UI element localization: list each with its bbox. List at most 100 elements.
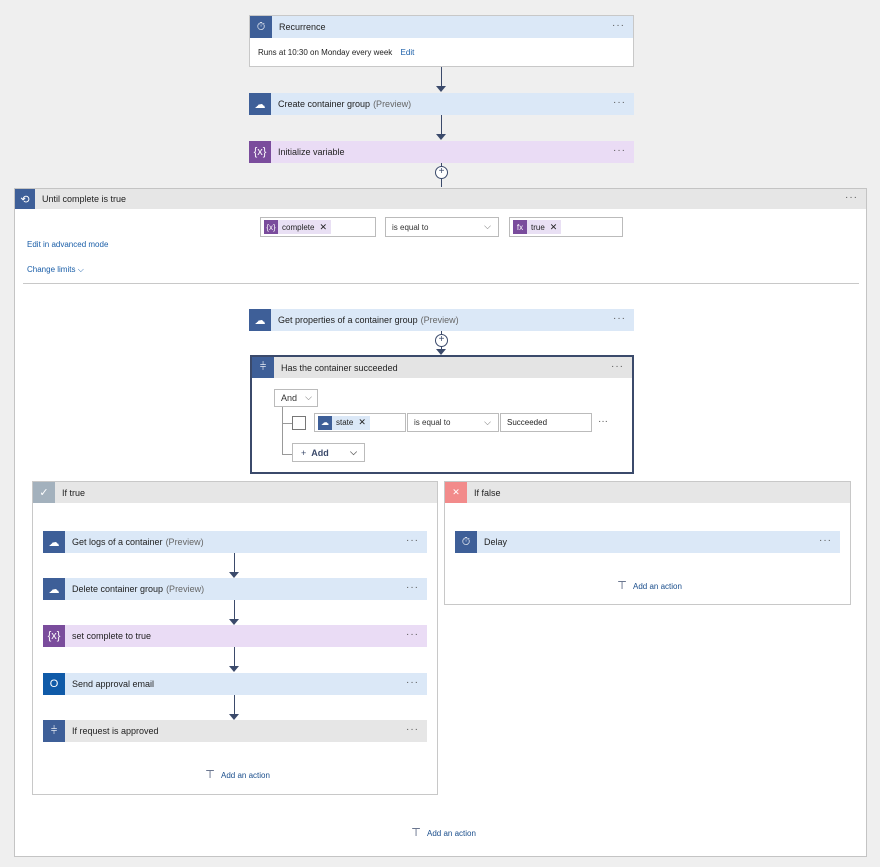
variable-icon: {x} [43, 625, 65, 647]
preview-tag: (Preview) [373, 99, 412, 109]
change-limits-label: Change limits [27, 265, 76, 274]
preview-tag: (Preview) [165, 537, 204, 547]
condition-value-field[interactable]: Succeeded [500, 413, 592, 432]
preview-tag: (Preview) [166, 584, 205, 594]
add-action-icon: ⊤ [411, 827, 421, 839]
add-action-icon: ⊤ [205, 769, 215, 781]
container-cloud-icon: ☁ [43, 578, 65, 600]
get-properties-action[interactable]: ☁ Get properties of a container group (Pr… [249, 309, 634, 331]
if-true-add-action-button[interactable]: ⊤ Add an action [203, 768, 270, 782]
until-header[interactable]: ⟲ Until complete is true ··· [15, 189, 866, 209]
insert-step-plus-icon[interactable]: + [435, 334, 448, 347]
until-right-operand-field[interactable]: fx true ✕ [509, 217, 623, 237]
send-approval-menu-button[interactable]: ··· [406, 677, 419, 688]
recurrence-menu-button[interactable]: ··· [612, 20, 625, 31]
delete-group-menu-button[interactable]: ··· [406, 582, 419, 593]
arrow-icon [436, 134, 446, 140]
container-cloud-icon: ☁ [249, 309, 271, 331]
insert-step-plus-icon[interactable]: + [435, 166, 448, 179]
set-variable-action[interactable]: {x} set complete to true ··· [43, 625, 427, 647]
if-false-add-action-label: Add an action [633, 581, 682, 591]
if-true-title: If true [62, 487, 86, 498]
recurrence-title: Recurrence [279, 22, 326, 32]
recurrence-card[interactable]: ⏱ Recurrence ··· Runs at 10:30 on Monday… [249, 15, 634, 67]
checkmark-icon: ✓ [33, 482, 55, 503]
recurrence-edit-link[interactable]: Edit [401, 48, 415, 57]
get-logs-action[interactable]: ☁ Get logs of a container (Preview) ··· [43, 531, 427, 553]
delay-title: Delay [484, 537, 508, 547]
row-checkbox[interactable] [292, 416, 306, 430]
set-variable-menu-button[interactable]: ··· [406, 629, 419, 640]
if-false-add-action-button[interactable]: ⊤ Add an action [615, 579, 682, 593]
remove-token-icon[interactable]: ✕ [358, 417, 366, 428]
condition-card: ⫩ Has the container succeeded ··· And ⌵ … [250, 355, 634, 474]
if-request-approved-title: If request is approved [72, 726, 159, 736]
create-group-menu-button[interactable]: ··· [613, 97, 626, 108]
state-token: ☁ state ✕ [318, 415, 370, 430]
loop-icon: ⟲ [15, 189, 35, 209]
initialize-variable-menu-button[interactable]: ··· [613, 145, 626, 156]
condition-left-operand-field[interactable]: ☁ state ✕ [314, 413, 406, 432]
if-false-title: If false [474, 487, 501, 498]
until-operator-select[interactable]: is equal to ⌵ [385, 217, 499, 237]
close-icon: ✕ [445, 482, 467, 503]
add-action-icon: ⊤ [617, 580, 627, 592]
chevron-down-icon: ⌵ [484, 221, 491, 231]
container-cloud-icon: ☁ [318, 415, 332, 430]
arrow-icon [436, 86, 446, 92]
add-condition-button[interactable]: + Add ⌵ [292, 443, 365, 462]
divider [23, 283, 859, 284]
condition-value-text: Succeeded [507, 418, 548, 427]
until-menu-button[interactable]: ··· [845, 192, 858, 203]
variable-icon: {x} [249, 141, 271, 163]
until-left-operand-field[interactable]: {x} complete ✕ [260, 217, 376, 237]
outlook-icon: O [43, 673, 65, 695]
get-logs-menu-button[interactable]: ··· [406, 535, 419, 546]
true-token: fx true ✕ [513, 220, 562, 234]
and-or-value: And [281, 393, 298, 403]
delay-action[interactable]: ⏱ Delay ··· [455, 531, 840, 553]
and-or-select[interactable]: And ⌵ [274, 389, 318, 407]
delay-menu-button[interactable]: ··· [819, 535, 832, 546]
condition-operator-select[interactable]: is equal to ⌵ [407, 413, 499, 432]
chevron-down-icon: ⌵ [305, 392, 312, 402]
variable-icon: {x} [264, 220, 278, 234]
until-title: Until complete is true [42, 194, 127, 204]
condition-header[interactable]: ⫩ Has the container succeeded ··· [252, 357, 632, 378]
change-limits-link[interactable]: Change limits ⌵ [27, 265, 84, 275]
send-approval-email-action[interactable]: O Send approval email ··· [43, 673, 427, 695]
plus-icon: + [301, 447, 307, 458]
until-operator-value: is equal to [392, 222, 429, 232]
if-request-approved-menu-button[interactable]: ··· [406, 724, 419, 735]
get-properties-title: Get properties of a container group [278, 315, 418, 325]
delete-container-group-action[interactable]: ☁ Delete container group (Preview) ··· [43, 578, 427, 600]
condition-icon: ⫩ [43, 720, 65, 742]
clock-icon: ⏱ [250, 16, 272, 38]
recurrence-header[interactable]: ⏱ Recurrence ··· [250, 16, 633, 38]
chevron-down-icon: ⌵ [350, 447, 357, 457]
row-menu-button[interactable]: ··· [598, 416, 608, 427]
if-request-approved-action[interactable]: ⫩ If request is approved ··· [43, 720, 427, 742]
if-false-header[interactable]: ✕ If false [445, 482, 850, 503]
if-true-add-action-label: Add an action [221, 770, 270, 780]
remove-token-icon[interactable]: ✕ [319, 222, 327, 233]
initialize-variable-title: Initialize variable [278, 147, 345, 157]
timer-icon: ⏱ [455, 531, 477, 553]
send-approval-title: Send approval email [72, 679, 155, 689]
remove-token-icon[interactable]: ✕ [550, 222, 558, 233]
chevron-down-icon: ⌵ [484, 417, 491, 427]
initialize-variable-action[interactable]: {x} Initialize variable ··· [249, 141, 634, 163]
recurrence-summary: Runs at 10:30 on Monday every week [258, 48, 393, 57]
get-properties-menu-button[interactable]: ··· [613, 313, 626, 324]
loop-add-action-button[interactable]: ⊤ Add an action [409, 826, 476, 840]
create-container-group-action[interactable]: ☁ Create container group (Preview) ··· [249, 93, 634, 115]
expression-icon: fx [513, 220, 527, 234]
complete-token-label: complete [282, 222, 315, 232]
get-logs-title: Get logs of a container [72, 537, 163, 547]
if-true-header[interactable]: ✓ If true [33, 482, 437, 503]
edit-advanced-mode-link[interactable]: Edit in advanced mode [27, 240, 108, 249]
preview-tag: (Preview) [420, 315, 459, 325]
arrow-icon [229, 666, 239, 672]
container-cloud-icon: ☁ [43, 531, 65, 553]
condition-menu-button[interactable]: ··· [611, 361, 624, 372]
